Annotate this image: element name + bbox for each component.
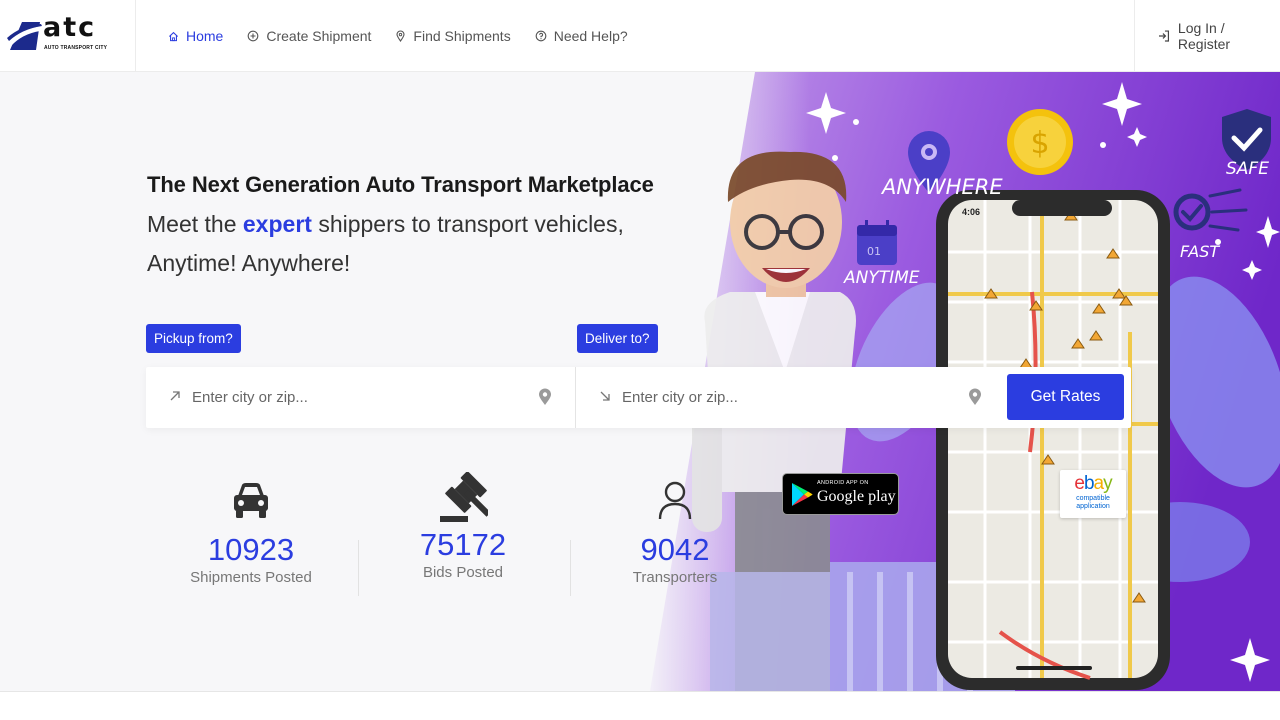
stat-value: 9042 [640,532,710,567]
car-icon [234,483,268,518]
stat-value: 10923 [207,532,295,567]
logo-subtext: AUTO TRANSPORT CITY [44,45,108,51]
nav-item-need-help[interactable]: Need Help? [535,28,628,44]
login-register-link[interactable]: Log In / Register [1134,0,1280,72]
stat-label: Bids Posted [422,564,504,581]
login-icon [1158,30,1170,42]
nav-item-label: Create Shipment [266,28,372,44]
stat-label: Transporters [632,569,718,586]
calendar-day-label: 01 [867,245,881,258]
stat-value: 75172 [419,527,507,562]
logo-swoosh-icon [7,22,42,50]
top-navbar: atc AUTO TRANSPORT CITY Home Create Ship… [0,0,1280,72]
nav-item-label: Need Help? [553,28,628,44]
anytime-label: ANYTIME [844,268,920,288]
nav-item-label: Find Shipments [413,28,511,44]
user-icon [658,481,692,520]
brand-logo[interactable]: atc AUTO TRANSPORT CITY [0,0,136,72]
nav-item-find-shipments[interactable]: Find Shipments [395,28,511,44]
logo-text: atc [43,12,97,43]
ebay-compatible-badge: ebay compatible application [1060,470,1126,518]
rate-search-bar: Get Rates [146,367,1131,428]
hero-subline-start: Meet the [147,211,243,237]
location-pin-icon[interactable] [538,388,552,406]
phone-time-label: 4:06 [962,207,981,217]
google-play-small-text: ANDROID APP ON [817,480,869,486]
hero-subline-accent: expert [242,211,312,237]
deliver-tag: Deliver to? [577,324,658,353]
stat-bids: 75172 Bids Posted [358,470,568,581]
nav-item-create-shipment[interactable]: Create Shipment [247,28,371,44]
plus-circle-icon [248,30,259,42]
fast-label: FAST [1180,242,1220,261]
home-icon [168,31,179,41]
arrow-up-right-icon [170,391,180,401]
pickup-field [146,367,576,428]
stat-label: Shipments Posted [190,569,312,586]
deliver-field [576,367,1006,428]
stat-shipments: 10923 Shipments Posted [146,475,356,586]
footer-strip [0,691,1280,720]
gavel-icon [440,471,488,522]
hero-headline: The Next Generation Auto Transport Marke… [147,172,654,197]
nav-item-label: Home [186,28,224,44]
google-play-badge[interactable]: ANDROID APP ON Google play [782,473,899,515]
location-pin-icon[interactable] [968,388,982,406]
hero-section: $ ANYWHERE ANYTIME SAFE FAST 01 4:06 eba… [0,72,1280,691]
ebay-caption-2: application [1076,503,1110,510]
ebay-logo: ebay [1074,473,1112,494]
hero-subline: Meet the expert shippers to transport ve… [147,205,667,283]
google-play-icon [792,483,813,506]
help-circle-icon [535,30,547,42]
ebay-caption-1: compatible [1076,495,1110,502]
pickup-input[interactable] [192,385,522,409]
svg-text:$: $ [1030,126,1049,161]
anywhere-label: ANYWHERE [882,175,1003,199]
nav-item-home[interactable]: Home [168,28,223,44]
pickup-tag: Pickup from? [146,324,241,353]
get-rates-button[interactable]: Get Rates [1007,374,1124,420]
main-nav: Home Create Shipment Find Shipments Need… [168,0,628,72]
safe-label: SAFE [1226,159,1269,179]
deliver-input[interactable] [622,385,952,409]
map-pin-icon [396,30,405,42]
login-label: Log In / Register [1177,20,1231,52]
arrow-down-right-icon [600,391,610,401]
stat-transporters: 9042 Transporters [570,475,780,586]
google-play-big-text: Google play [817,488,896,505]
